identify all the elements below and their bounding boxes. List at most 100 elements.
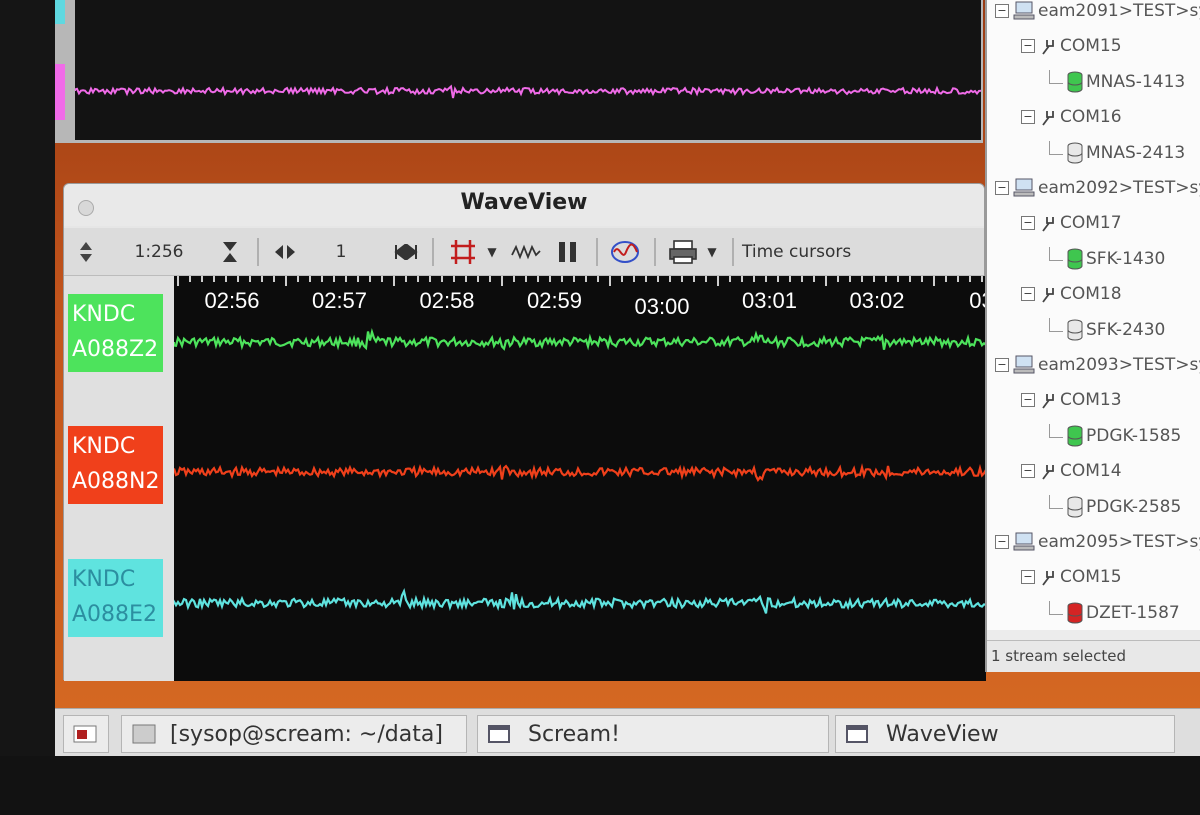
collapse-icon[interactable]: − bbox=[1021, 570, 1035, 585]
tree-connector bbox=[1049, 317, 1063, 332]
tree-item-label: COM14 bbox=[1060, 461, 1122, 482]
terminal-icon bbox=[132, 724, 156, 744]
tree-item-stream[interactable]: SFK-1430 bbox=[1049, 245, 1165, 273]
time-label: 02:59 bbox=[527, 288, 582, 313]
channel-label-e[interactable]: KNDC A088E2 bbox=[68, 559, 163, 637]
plug-icon bbox=[1042, 394, 1054, 409]
pause-icon[interactable] bbox=[554, 236, 582, 268]
tree-item-label: DZET-1587 bbox=[1086, 602, 1180, 623]
waveform-trace-e bbox=[174, 587, 986, 614]
tree-item-server[interactable]: − eam2093>TEST>sys bbox=[995, 351, 1200, 379]
collapse-icon[interactable]: − bbox=[1021, 287, 1035, 302]
time-cursors-button[interactable]: Time cursors bbox=[742, 236, 852, 268]
time-label: 03:02 bbox=[849, 288, 904, 313]
waveform-trace-n bbox=[174, 463, 986, 482]
title-bar[interactable]: WaveView bbox=[64, 184, 984, 226]
collapse-icon[interactable]: − bbox=[1021, 110, 1035, 125]
zoom-fit-icon[interactable] bbox=[216, 236, 244, 268]
step-value: 1 bbox=[335, 242, 347, 262]
tree-item-port[interactable]: − COM15 bbox=[1021, 563, 1122, 591]
background-waveform-plot bbox=[74, 0, 982, 140]
channel-network: KNDC bbox=[72, 434, 136, 459]
channel-network: KNDC bbox=[72, 567, 136, 592]
monitor-bezel-left bbox=[0, 0, 58, 815]
time-label: 02:56 bbox=[204, 288, 259, 313]
tree-item-stream[interactable]: MNAS-2413 bbox=[1049, 139, 1185, 167]
background-waveform-window[interactable] bbox=[55, 0, 983, 143]
tree-item-server[interactable]: − eam2091>TEST>sysc bbox=[995, 0, 1200, 25]
start-menu-button[interactable] bbox=[63, 715, 109, 753]
tree-item-server[interactable]: − eam2092>TEST>sys bbox=[995, 174, 1200, 202]
database-icon bbox=[1067, 248, 1083, 270]
taskbar-item-terminal[interactable]: [sysop@scream: ~/data] bbox=[121, 715, 467, 753]
printer-icon[interactable] bbox=[666, 236, 700, 268]
taskbar-item-scream[interactable]: Scream! bbox=[477, 715, 829, 753]
tree-item-label: COM16 bbox=[1060, 107, 1122, 128]
plug-icon bbox=[1042, 217, 1054, 232]
tree-item-label: PDGK-1585 bbox=[1086, 425, 1182, 446]
filter-icon[interactable] bbox=[446, 236, 480, 268]
pink-waveform-trace bbox=[74, 84, 982, 99]
tree-item-label: MNAS-2413 bbox=[1086, 142, 1186, 163]
tree-item-port[interactable]: − COM15 bbox=[1021, 32, 1122, 60]
toolbar-separator bbox=[257, 238, 259, 266]
database-icon bbox=[1067, 71, 1083, 93]
toolbar: 1:256 1 ▼ ▼ Time cursors bbox=[64, 228, 984, 276]
monitor-bezel-bottom bbox=[0, 756, 1200, 815]
collapse-icon[interactable]: − bbox=[995, 535, 1009, 549]
horizontal-step-icon[interactable] bbox=[271, 236, 299, 268]
channel-name: A088E2 bbox=[72, 602, 157, 627]
taskbar-item-label: [sysop@scream: ~/data] bbox=[170, 721, 443, 747]
tree-item-label: PDGK-2585 bbox=[1086, 496, 1182, 517]
spectrum-icon[interactable] bbox=[609, 236, 641, 268]
tree-item-stream[interactable]: MNAS-1413 bbox=[1049, 68, 1185, 96]
tree-item-stream[interactable]: PDGK-2585 bbox=[1049, 493, 1181, 521]
channel-label-n[interactable]: KNDC A088N2 bbox=[68, 426, 163, 504]
collapse-icon[interactable]: − bbox=[995, 4, 1009, 18]
tree-item-label: eam2093>TEST>sys bbox=[1038, 355, 1200, 375]
chevron-down-icon[interactable]: ▼ bbox=[704, 236, 720, 268]
collapse-icon[interactable]: − bbox=[1021, 216, 1035, 231]
collapse-icon[interactable]: − bbox=[1021, 393, 1035, 408]
waveview-window: WaveView 1:256 1 ▼ ▼ Time cursors KNDC A… bbox=[63, 183, 986, 681]
toolbar-separator bbox=[432, 238, 434, 266]
taskbar-item-waveview[interactable]: WaveView bbox=[835, 715, 1175, 753]
time-axis-labels: 02:56 02:57 02:58 02:59 03:00 03:01 03:02 03: bbox=[204, 288, 986, 319]
tree-item-label: eam2092>TEST>sys bbox=[1038, 178, 1200, 198]
status-bar: 1 stream selected bbox=[987, 640, 1200, 672]
collapse-icon[interactable]: − bbox=[1021, 39, 1035, 54]
window-icon bbox=[488, 725, 510, 743]
channel-color-tab bbox=[55, 0, 65, 24]
scale-spinner-icon[interactable] bbox=[72, 236, 100, 268]
tree-item-port[interactable]: − COM16 bbox=[1021, 103, 1122, 131]
channel-name: A088Z2 bbox=[72, 337, 159, 362]
fit-width-icon[interactable] bbox=[392, 236, 420, 268]
waveform-plot-svg: 02:56 02:57 02:58 02:59 03:00 03:01 03:02 03: bbox=[174, 276, 986, 614]
collapse-icon[interactable]: − bbox=[995, 358, 1009, 372]
channel-label-z[interactable]: KNDC A088Z2 bbox=[68, 294, 163, 372]
chevron-down-icon[interactable]: ▼ bbox=[484, 236, 500, 268]
tree-item-port[interactable]: − COM17 bbox=[1021, 209, 1122, 237]
tree-item-port[interactable]: − COM14 bbox=[1021, 457, 1122, 485]
waveform-plot[interactable]: 02:56 02:57 02:58 02:59 03:00 03:01 03:02 03: bbox=[174, 276, 986, 681]
waveform-tool-icon[interactable] bbox=[510, 236, 542, 268]
taskbar-item-label: Scream! bbox=[528, 721, 620, 747]
collapse-icon[interactable]: − bbox=[995, 181, 1009, 195]
computer-icon bbox=[1013, 1, 1035, 20]
computer-icon bbox=[1013, 355, 1035, 374]
plug-icon bbox=[1042, 571, 1054, 586]
tree-item-stream[interactable]: SFK-2430 bbox=[1049, 316, 1165, 344]
stream-tree[interactable]: − eam2091>TEST>sysc − COM15 MNAS-1413 − COM16 M… bbox=[987, 0, 1200, 630]
computer-icon bbox=[1013, 532, 1035, 551]
tree-item-label: MNAS-1413 bbox=[1086, 71, 1186, 92]
collapse-icon[interactable]: − bbox=[1021, 464, 1035, 479]
tree-item-stream[interactable]: DZET-1587 bbox=[1049, 599, 1180, 627]
tree-item-label: SFK-2430 bbox=[1086, 319, 1166, 340]
tree-item-label: eam2095>TEST>sys bbox=[1038, 532, 1200, 552]
tree-item-server[interactable]: − eam2095>TEST>sys bbox=[995, 528, 1200, 556]
tree-item-label: COM17 bbox=[1060, 213, 1122, 234]
tree-item-port[interactable]: − COM18 bbox=[1021, 280, 1122, 308]
tree-item-port[interactable]: − COM13 bbox=[1021, 386, 1122, 414]
tree-item-stream[interactable]: PDGK-1585 bbox=[1049, 422, 1181, 450]
tree-item-label: COM15 bbox=[1060, 36, 1122, 57]
